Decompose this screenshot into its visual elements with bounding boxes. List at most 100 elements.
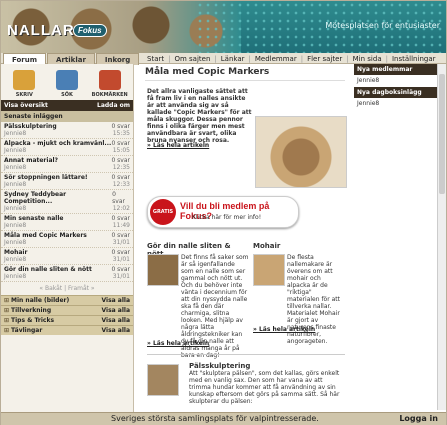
write-button[interactable]: SKRIV [6,70,42,98]
scrollbar-thumb[interactable] [439,74,445,194]
post-author: Jennie8 [4,147,27,154]
post-title: Måla med Copic Markers [4,232,87,239]
post-title: Gör din nalle sliten & nött [4,266,92,273]
category-min-nalle[interactable]: ⊞ Min nalle (bilder) Visa alla [1,295,133,305]
nav-separator: | [385,55,388,63]
new-members-header: Nya medlemmar [354,64,444,75]
show-all-link[interactable]: Visa alla [101,297,130,304]
site-tagline: Mötesplatsen för entusiaster [325,21,440,30]
show-all-link[interactable]: Visa alla [101,317,130,324]
diary-link[interactable]: Jennie8 [354,100,444,110]
post-count: 0 svar [111,266,130,273]
article-thumb[interactable] [147,364,179,396]
post-time: 31/01 [112,239,130,246]
nav-separator: | [214,55,217,63]
nav-fler-sajter[interactable]: Fler sajter [307,55,342,63]
expand-icon: ⊞ [4,297,10,304]
divider [147,354,345,355]
gratis-badge: GRATIS [150,199,176,225]
read-more-link[interactable]: » Läs hela artikeln [147,340,209,347]
list-item[interactable]: Sydney Teddybear Competition... 0 svar Jen… [1,190,133,214]
list-item[interactable]: Min senaste nalle 0 svar Jennie8 11:49 [1,214,133,231]
show-all-link[interactable]: Visa alla [101,307,130,314]
nav-start[interactable]: Start [147,55,164,63]
post-time: 12:33 [112,181,130,188]
reload-link[interactable]: Ladda om [97,102,130,109]
bookmarks-button[interactable]: BOKMÄRKEN [92,70,128,98]
nav-separator: | [300,55,304,63]
read-more-label: Läs hela artikeln [152,340,210,347]
post-time: 15:35 [112,130,130,137]
login-link[interactable]: Logga in [399,414,438,423]
site-banner: NALLAR Fokus Mötesplatsen för entusiaste… [1,1,446,53]
nav-medlemmar[interactable]: Medlemmar [255,55,297,63]
show-all-link[interactable]: Visa alla [101,327,130,334]
list-item[interactable]: Mohair 0 svar Jennie8 31/01 [1,248,133,265]
read-more-link[interactable]: » Läs hela artikeln [147,142,209,149]
nav-installningar[interactable]: Inställningar [392,55,436,63]
list-item[interactable]: Sör stoppningen lättare! 0 svar Jennie8 12:… [1,173,133,190]
article-title[interactable]: Pälsskulptering [189,362,345,370]
list-item[interactable]: Måla med Copic Markers 0 svar Jennie8 31/01 [1,231,133,248]
post-author: Jennie8 [4,164,27,171]
fokus-logo[interactable]: Fokus [73,24,107,37]
post-title: Annat material? [4,157,59,164]
magnifier-icon [55,70,78,90]
post-author: Jennie8 [4,181,27,188]
post-title: Alpacka - mjukt och kramvänl... [4,140,112,147]
list-item[interactable]: Annat material? 0 svar Jennie8 12:35 [1,156,133,173]
write-label: SKRIV [15,92,33,98]
expand-icon: ⊞ [4,317,10,324]
post-title: Min senaste nalle [4,215,64,222]
category-tips-tricks[interactable]: ⊞ Tips & Tricks Visa alla [1,315,133,325]
article-title[interactable]: Mohair [253,242,345,250]
post-time: 15:05 [112,147,130,154]
post-author: Jennie8 [4,205,27,212]
post-time: 12:35 [112,164,130,171]
category-label: Tillverkning [11,307,52,314]
read-more-link[interactable]: » Läs hela artikeln [253,326,315,333]
read-more-label: Läs hela artikeln [258,326,316,333]
search-button[interactable]: SÖK [49,70,85,98]
overview-link[interactable]: Visa översikt [4,102,48,109]
top-nav: Start | Om sajten | Länkar | Medlemmar | Fle… [147,55,436,63]
read-more-label: Läs hela artikeln [152,142,210,149]
forum-sidebar: SKRIV SÖK BOKMÄRKEN Visa översikt Ladda … [1,64,134,414]
nav-separator: | [248,55,251,63]
article-thumb[interactable] [253,254,285,286]
category-label: Tips & Tricks [11,317,55,324]
category-tavlingar[interactable]: ⊞ Tävlingar Visa alla [1,325,133,335]
category-label: Tävlingar [11,327,43,334]
list-item[interactable]: Pälsskulptering 0 svar Jennie8 15:35 [1,122,133,139]
post-title: Pälsskulptering [4,123,57,130]
post-time: 31/01 [112,256,130,263]
membership-promo[interactable]: GRATIS Vill du bli medlem på Fokus? Klic… [147,196,299,228]
nav-separator: | [168,55,171,63]
member-link[interactable]: Jennie8 [354,77,444,87]
category-tillverkning[interactable]: ⊞ Tillverkning Visa alla [1,305,133,315]
nav-min-sida[interactable]: Min sida [353,55,382,63]
post-count: 0 svar [111,140,130,147]
post-count: 0 svar [112,191,125,205]
right-sidebar: Nya medlemmar Jennie8 Nya dagboksinlägg … [354,64,444,110]
article-image[interactable] [255,116,347,188]
list-item[interactable]: Gör din nalle sliten & nött 0 svar Jennie8… [1,265,133,282]
article-col-mohair: Mohair [253,242,345,250]
forum-actions: SKRIV SÖK BOKMÄRKEN [1,64,133,100]
nav-lankar[interactable]: Länkar [221,55,245,63]
site-logo[interactable]: NALLAR [7,22,75,39]
article-title[interactable]: Måla med Copic Markers [145,64,345,81]
expand-icon: ⊞ [4,327,10,334]
post-pager[interactable]: « Bakåt | Framåt » [1,282,133,295]
latest-posts-header: Senaste inläggen [1,111,133,122]
post-list: Pälsskulptering 0 svar Jennie8 15:35 Alpack… [1,122,133,282]
post-author: Jennie8 [4,239,27,246]
footer-text: Sveriges största samlingsplats för valpi… [111,414,319,423]
pencil-icon [13,70,36,90]
main-content: Måla med Copic Markers Det allra vanliga… [145,64,347,414]
scrollbar[interactable] [437,64,446,410]
nav-om-sajten[interactable]: Om sajten [174,55,210,63]
article-thumb[interactable] [147,254,179,286]
list-item[interactable]: Alpacka - mjukt och kramvänl... 0 svar Jen… [1,139,133,156]
post-time: 12:02 [112,205,130,212]
